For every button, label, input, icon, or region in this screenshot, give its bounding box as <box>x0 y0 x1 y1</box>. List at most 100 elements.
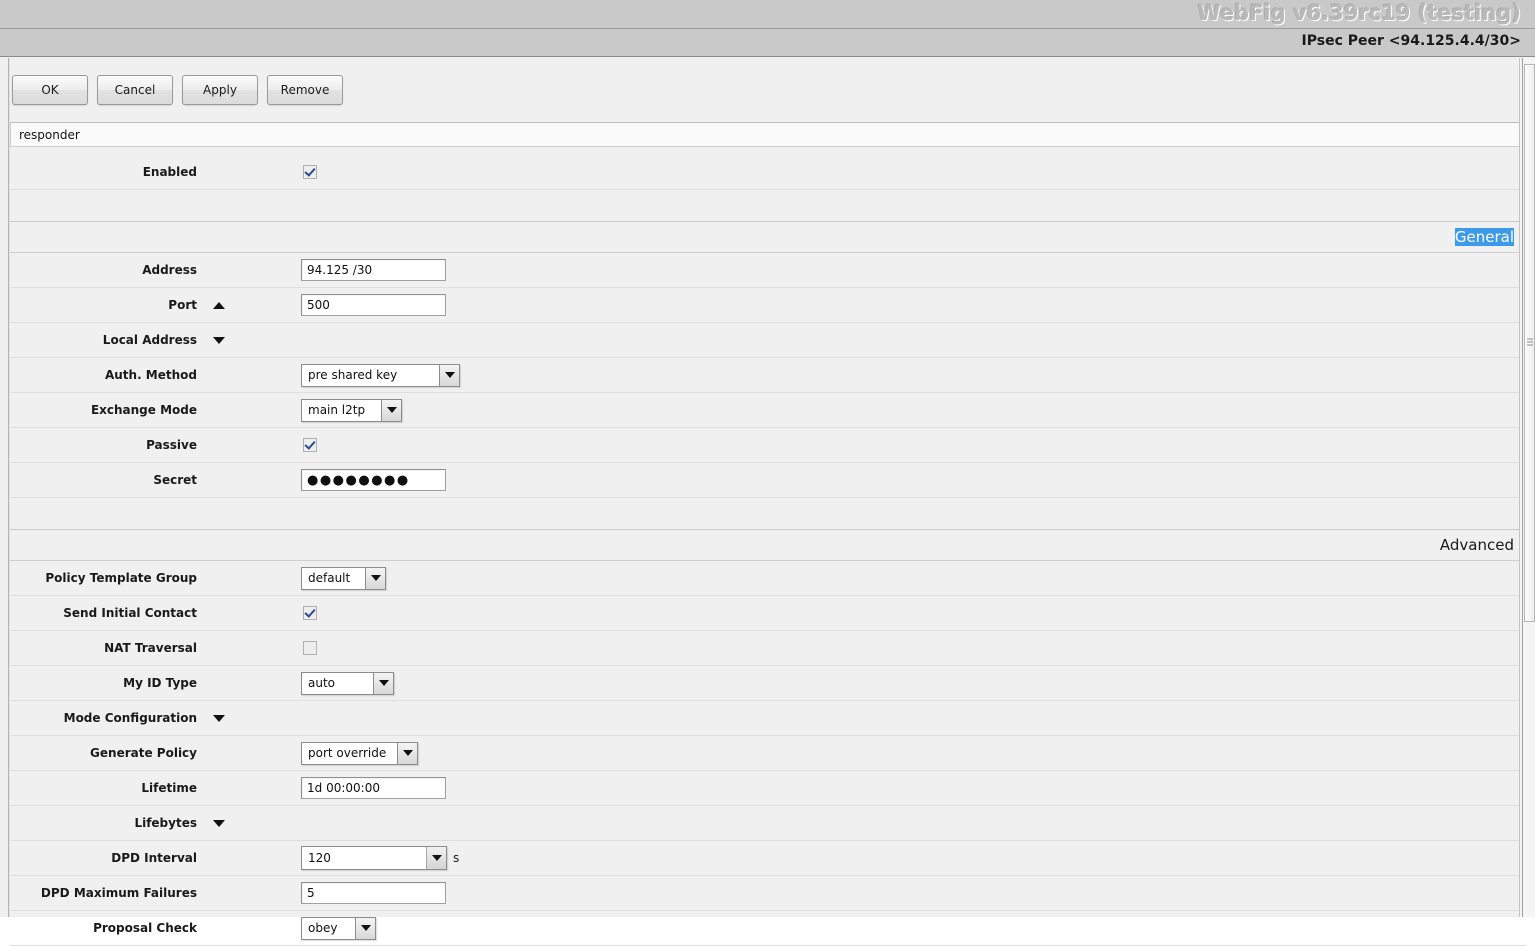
row-passive: Passive <box>10 428 1526 463</box>
scrollbar-track[interactable] <box>1522 58 1523 917</box>
subtitle-bar: IPsec Peer <94.125.4.4/30> <box>0 29 1535 57</box>
row-nat-traversal: NAT Traversal <box>10 631 1526 666</box>
port-toggle-cell[interactable] <box>205 301 301 309</box>
row-lifebytes: Lifebytes <box>10 806 1526 841</box>
row-exchange-mode: Exchange Mode main l2tp <box>10 393 1526 428</box>
address-field: 94.125 /30 <box>301 259 446 281</box>
dpd-interval-unit: s <box>453 851 460 865</box>
send-initial-contact-field <box>303 606 317 620</box>
row-spacer-advanced <box>10 498 1526 530</box>
status-bar: responder <box>10 122 1526 147</box>
address-label: Address <box>142 263 197 277</box>
passive-field <box>303 438 317 452</box>
row-proposal-check: Proposal Check obey <box>10 911 1526 946</box>
exchange-mode-select[interactable]: main l2tp <box>301 398 402 422</box>
chevron-down-icon[interactable] <box>439 364 459 386</box>
triangle-down-glyph <box>431 855 442 861</box>
policy-template-group-select[interactable]: default <box>301 566 386 590</box>
chevron-down-icon[interactable] <box>426 847 446 869</box>
secret-field: ●●●●●●●● <box>301 469 446 491</box>
mode-configuration-toggle-cell[interactable] <box>205 714 301 722</box>
dpd-interval-combo[interactable]: 120 <box>301 846 447 870</box>
scrollbar-thumb[interactable] <box>1524 64 1535 622</box>
row-address: Address 94.125 /30 <box>10 253 1526 288</box>
section-title-general: General <box>1454 228 1514 246</box>
auth-method-value: pre shared key <box>302 364 439 386</box>
generate-policy-value: port override <box>302 742 397 764</box>
row-dpd-interval: DPD Interval 120 s <box>10 841 1526 876</box>
row-spacer-top <box>10 190 1526 222</box>
enabled-label: Enabled <box>142 165 197 179</box>
auth-method-field: pre shared key <box>301 363 460 387</box>
triangle-down-icon[interactable] <box>213 336 225 344</box>
policy-template-group-field: default <box>301 566 386 590</box>
app-brand-title: WebFig v6.39rc19 (testing) <box>1197 1 1521 25</box>
dpd-interval-field: 120 s <box>301 846 459 870</box>
port-input[interactable]: 500 <box>301 294 446 316</box>
proposal-check-field: obey <box>301 916 376 940</box>
generate-policy-select[interactable]: port override <box>301 741 418 765</box>
row-local-address: Local Address <box>10 323 1526 358</box>
secret-input[interactable]: ●●●●●●●● <box>301 469 446 491</box>
nat-traversal-label: NAT Traversal <box>104 641 197 655</box>
row-port: Port 500 <box>10 288 1526 323</box>
triangle-down-icon[interactable] <box>213 714 225 722</box>
section-header-advanced: Advanced <box>10 530 1526 561</box>
chevron-down-icon[interactable] <box>381 399 401 421</box>
generate-policy-label: Generate Policy <box>90 746 197 760</box>
proposal-check-select[interactable]: obey <box>301 916 376 940</box>
triangle-down-glyph <box>360 925 371 931</box>
send-initial-contact-label: Send Initial Contact <box>63 606 197 620</box>
vertical-scrollbar[interactable] <box>1519 58 1535 917</box>
row-mode-configuration: Mode Configuration <box>10 701 1526 736</box>
passive-label: Passive <box>146 438 197 452</box>
row-send-initial-contact: Send Initial Contact <box>10 596 1526 631</box>
row-generate-policy: Generate Policy port override <box>10 736 1526 771</box>
lifetime-input[interactable]: 1d 00:00:00 <box>301 777 446 799</box>
secret-label: Secret <box>153 473 197 487</box>
nat-traversal-checkbox[interactable] <box>303 641 317 655</box>
lifetime-field: 1d 00:00:00 <box>301 777 446 799</box>
exchange-mode-field: main l2tp <box>301 398 402 422</box>
chevron-down-icon[interactable] <box>365 567 385 589</box>
webfig-window: WebFig v6.39rc19 (testing) IPsec Peer <9… <box>0 0 1535 946</box>
triangle-down-icon[interactable] <box>213 819 225 827</box>
triangle-down-glyph <box>378 680 389 686</box>
my-id-type-field: auto <box>301 671 394 695</box>
passive-checkbox[interactable] <box>303 438 317 452</box>
dpd-maximum-failures-label: DPD Maximum Failures <box>40 886 197 900</box>
policy-template-group-value: default <box>302 567 365 589</box>
dpd-maximum-failures-input[interactable]: 5 <box>301 882 446 904</box>
exchange-mode-label: Exchange Mode <box>90 403 197 417</box>
ipsec-peer-form: Enabled General Address 94.125 /30 Port … <box>10 155 1535 946</box>
page-title: IPsec Peer <94.125.4.4/30> <box>1301 33 1521 49</box>
local-address-label: Local Address <box>102 333 197 347</box>
title-bar: WebFig v6.39rc19 (testing) <box>0 0 1535 29</box>
proposal-check-label: Proposal Check <box>93 921 197 935</box>
auth-method-select[interactable]: pre shared key <box>301 363 460 387</box>
my-id-type-select[interactable]: auto <box>301 671 394 695</box>
lifebytes-toggle-cell[interactable] <box>205 819 301 827</box>
chevron-down-icon[interactable] <box>397 742 417 764</box>
ok-button[interactable]: OK <box>12 75 88 105</box>
chevron-down-icon[interactable] <box>373 672 393 694</box>
send-initial-contact-checkbox[interactable] <box>303 606 317 620</box>
enabled-checkbox[interactable] <box>303 165 317 179</box>
cancel-button[interactable]: Cancel <box>97 75 173 105</box>
mode-configuration-label: Mode Configuration <box>63 711 197 725</box>
section-title-advanced: Advanced <box>1439 536 1514 554</box>
exchange-mode-value: main l2tp <box>302 399 381 421</box>
triangle-down-glyph <box>386 407 397 413</box>
remove-button[interactable]: Remove <box>267 75 343 105</box>
local-address-toggle-cell[interactable] <box>205 336 301 344</box>
section-header-general: General <box>10 222 1526 253</box>
address-input[interactable]: 94.125 /30 <box>301 259 446 281</box>
triangle-up-icon[interactable] <box>213 301 225 309</box>
row-secret: Secret ●●●●●●●● <box>10 463 1526 498</box>
chevron-down-icon[interactable] <box>355 917 375 939</box>
apply-button[interactable]: Apply <box>182 75 258 105</box>
port-field: 500 <box>301 294 446 316</box>
dpd-interval-label: DPD Interval <box>111 851 197 865</box>
row-policy-template-group: Policy Template Group default <box>10 561 1526 596</box>
proposal-check-value: obey <box>302 917 355 939</box>
